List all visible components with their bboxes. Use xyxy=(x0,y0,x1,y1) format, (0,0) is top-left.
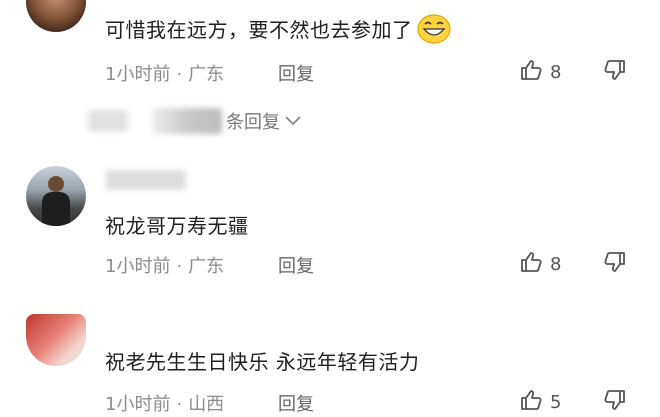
grinning-face-emoji-icon xyxy=(416,14,451,49)
comment-meta: 1小时前 · 广东 xyxy=(105,256,225,277)
comment-meta: 1小时前 · 山西 xyxy=(105,394,225,415)
expand-replies-button[interactable]: 条回复 xyxy=(152,108,302,134)
avatar-figure xyxy=(48,176,64,192)
thumbs-up-icon xyxy=(520,58,544,87)
reply-button[interactable]: 回复 xyxy=(278,390,314,416)
commenter-avatar[interactable] xyxy=(26,166,86,226)
dislike-button[interactable] xyxy=(602,388,626,416)
commenter-avatar[interactable] xyxy=(26,314,86,366)
like-count: 8 xyxy=(550,62,562,83)
blurred-replier-avatar xyxy=(88,110,128,132)
comment-location: 广东 xyxy=(188,256,225,277)
avatar-figure-body xyxy=(42,192,70,226)
commenter-avatar[interactable] xyxy=(26,0,86,32)
chevron-down-icon xyxy=(284,111,302,132)
reply-button[interactable]: 回复 xyxy=(278,252,314,278)
more-replies-label: 条回复 xyxy=(226,112,280,133)
thumbs-down-icon xyxy=(602,390,626,416)
comment-text: 可惜我在远方，要不然也去参加了 xyxy=(105,14,451,49)
comment-time: 1小时前 xyxy=(105,394,171,415)
blurred-reply-count xyxy=(152,108,222,134)
thumbs-up-icon xyxy=(520,388,544,417)
comment-text: 祝老先生生日快乐 永远年轻有活力 xyxy=(105,350,420,374)
blurred-username xyxy=(106,170,186,190)
comment-body: 可惜我在远方，要不然也去参加了 xyxy=(105,18,413,42)
like-button[interactable]: 8 xyxy=(520,250,561,279)
like-count: 5 xyxy=(550,392,562,413)
dislike-button[interactable] xyxy=(602,58,626,86)
thumbs-down-icon xyxy=(602,252,626,278)
like-button[interactable]: 5 xyxy=(520,388,561,417)
comment-location: 广东 xyxy=(188,64,225,85)
thumbs-up-icon xyxy=(520,250,544,279)
thumbs-down-icon xyxy=(602,60,626,86)
dislike-button[interactable] xyxy=(602,250,626,278)
comment-time: 1小时前 xyxy=(105,64,171,85)
like-count: 8 xyxy=(550,254,562,275)
like-button[interactable]: 8 xyxy=(520,58,561,87)
comment-location: 山西 xyxy=(188,394,225,415)
comment-time: 1小时前 xyxy=(105,256,171,277)
comment-meta: 1小时前 · 广东 xyxy=(105,64,225,85)
reply-button[interactable]: 回复 xyxy=(278,60,314,86)
comment-text: 祝龙哥万寿无疆 xyxy=(105,214,249,238)
